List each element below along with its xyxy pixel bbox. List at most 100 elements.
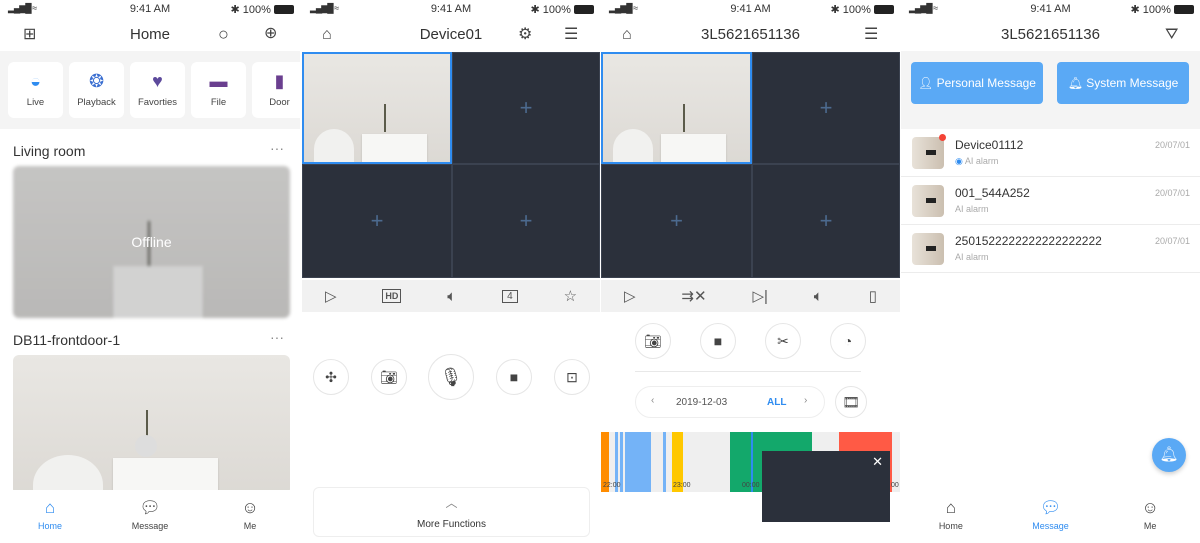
more-functions-button[interactable]: ︿ More Functions bbox=[313, 487, 590, 537]
message-thumbnail bbox=[912, 185, 944, 217]
camera-card[interactable] bbox=[13, 355, 290, 495]
clip-button[interactable]: ✂ bbox=[765, 323, 801, 359]
tab-bar: ⌂ Home 💬︎ Message ☺ Me bbox=[0, 490, 300, 543]
record-segment-blue[interactable] bbox=[625, 432, 651, 492]
tab-home[interactable]: ⌂ Home bbox=[921, 498, 981, 543]
hd-icon[interactable]: HD bbox=[382, 289, 402, 303]
video-cell-1[interactable] bbox=[601, 52, 752, 164]
message-item[interactable]: 2501522222222222222222 AI alarm 20/07/01 bbox=[901, 225, 1200, 273]
home-screen: ▂▄▆█ ≈9:41 AM ✱ 100% Home ⊞ ○ ⊕ ◒ Live ❂ Pl… bbox=[0, 0, 300, 543]
video-cell-add[interactable]: + bbox=[752, 52, 900, 164]
play-icon[interactable]: ▷ bbox=[325, 287, 337, 305]
battery-text: 100% bbox=[242, 4, 271, 16]
add-icon[interactable]: ⊕ bbox=[264, 26, 277, 42]
tab-message[interactable]: 💬︎ Message bbox=[120, 498, 180, 543]
message-device-name: 001_544A252 bbox=[955, 186, 1030, 200]
shortcut-file[interactable]: ▬ File bbox=[191, 62, 246, 118]
tab-label: Home bbox=[938, 521, 963, 531]
split-4-icon[interactable]: 4 bbox=[502, 289, 518, 303]
offline-label: Offline bbox=[131, 234, 172, 250]
step-icon[interactable]: ▷| bbox=[752, 287, 767, 305]
next-day-button[interactable]: › bbox=[804, 395, 807, 406]
live-view-screen: ▂▄▆█ ≈9:41 AM ✱ 100% ⌂ Device01 ⚙ ☰ + + +… bbox=[302, 0, 600, 543]
message-icon: 💬︎ bbox=[1039, 498, 1062, 517]
record-button[interactable]: ■ bbox=[700, 323, 736, 359]
video-cell-add[interactable]: + bbox=[302, 164, 452, 278]
message-type-label: AI alarm bbox=[955, 252, 989, 262]
page-title: Device01 bbox=[419, 26, 483, 43]
floating-preview-window: ✕ bbox=[762, 451, 890, 522]
speed-button[interactable]: ◔ bbox=[830, 323, 866, 359]
group-more-button[interactable]: ··· bbox=[270, 329, 284, 345]
message-date: 20/07/01 bbox=[1154, 236, 1190, 246]
prev-day-button[interactable]: ‹ bbox=[651, 395, 654, 406]
play-icon[interactable]: ▷ bbox=[624, 287, 636, 305]
video-cell-add[interactable]: + bbox=[452, 52, 600, 164]
snapshot-button[interactable]: 📷︎ bbox=[635, 323, 671, 359]
system-message-button[interactable]: 🔔︎ System Message bbox=[1057, 62, 1189, 104]
message-icon: 💬︎ bbox=[139, 498, 161, 517]
search-icon[interactable]: ○ bbox=[218, 25, 229, 43]
battery-text: 100% bbox=[842, 4, 871, 16]
video-cell-1[interactable] bbox=[302, 52, 452, 164]
rotate-icon[interactable]: ▯ bbox=[869, 287, 877, 305]
button-label: Personal Message bbox=[936, 76, 1036, 90]
tab-message[interactable]: 💬︎ Message bbox=[1020, 498, 1080, 543]
shortcut-playback[interactable]: ❂ Playback bbox=[69, 62, 124, 118]
record-button[interactable]: ■ bbox=[496, 359, 532, 395]
me-icon: ☺ bbox=[1141, 498, 1159, 517]
tab-label: Home bbox=[37, 521, 62, 531]
tab-bar: ⌂ Home 💬︎ Message ☺ Me bbox=[901, 490, 1200, 543]
page-title: 3L5621651136 bbox=[1001, 26, 1100, 43]
status-bar: ▂▄▆█ ≈9:41 AM ✱ 100% bbox=[302, 0, 600, 18]
grid-menu-icon[interactable]: ⊞ bbox=[23, 27, 36, 43]
status-bar: ▂▄▆█ ≈9:41 AM ✱ 100% bbox=[901, 0, 1200, 18]
shortcut-door[interactable]: ▮ Door bbox=[252, 62, 300, 118]
video-cell-add[interactable]: + bbox=[452, 164, 600, 278]
person-icon: 👤︎ bbox=[918, 76, 934, 90]
ai-alarm-icon: ◉ bbox=[955, 156, 965, 166]
stop-all-icon[interactable]: ⇉✕ bbox=[681, 287, 706, 305]
playback-icon: ❂ bbox=[88, 71, 105, 91]
message-thumbnail bbox=[912, 137, 944, 169]
shortcut-label: Live bbox=[26, 97, 45, 108]
filter-icon[interactable]: ⛛ bbox=[1165, 27, 1178, 43]
microphone-button[interactable]: 🎙︎ bbox=[428, 354, 474, 400]
chevron-up-icon: ︿ bbox=[445, 496, 458, 510]
message-item[interactable]: Device01112 ◉ AI alarm 20/07/01 bbox=[901, 129, 1200, 177]
ptz-button[interactable]: ✣ bbox=[313, 359, 349, 395]
message-date: 20/07/01 bbox=[1154, 140, 1190, 150]
shortcut-live[interactable]: ◒ Live bbox=[8, 62, 63, 118]
playback-toolbar: ▷ ⇉✕ ▷| 🔈︎ ▯ bbox=[601, 280, 900, 312]
settings-icon[interactable]: ⚙ bbox=[518, 27, 532, 43]
group-more-button[interactable]: ··· bbox=[270, 140, 284, 156]
date-label[interactable]: 2019-12-03 bbox=[676, 397, 727, 408]
menu-list-icon[interactable]: ☰ bbox=[564, 27, 578, 43]
record-segment-blue[interactable] bbox=[663, 432, 666, 492]
fisheye-button[interactable]: ⊡ bbox=[554, 359, 590, 395]
shortcut-label: Door bbox=[269, 97, 290, 108]
film-button[interactable]: 🎞︎ bbox=[835, 386, 867, 418]
filter-all-button[interactable]: ALL bbox=[767, 397, 786, 408]
snapshot-button[interactable]: 📷︎ bbox=[371, 359, 407, 395]
tab-me[interactable]: ☺ Me bbox=[220, 498, 280, 543]
volume-icon[interactable]: 🔈︎ bbox=[814, 288, 823, 305]
shortcut-favorties[interactable]: ♥ Favorties bbox=[130, 62, 185, 118]
menu-list-icon[interactable]: ☰ bbox=[864, 27, 878, 43]
heart-icon: ♥ bbox=[152, 71, 163, 91]
tab-me[interactable]: ☺ Me bbox=[1120, 498, 1180, 543]
close-icon[interactable]: ✕ bbox=[872, 454, 883, 470]
battery-icon bbox=[274, 5, 294, 14]
video-cell-add[interactable]: + bbox=[752, 164, 900, 278]
personal-message-button[interactable]: 👤︎ Personal Message bbox=[911, 62, 1043, 104]
tab-home[interactable]: ⌂ Home bbox=[20, 498, 80, 543]
star-icon[interactable]: ☆ bbox=[564, 287, 577, 305]
video-grid: + + + bbox=[302, 52, 600, 278]
video-cell-add[interactable]: + bbox=[601, 164, 752, 278]
message-item[interactable]: 001_544A252 AI alarm 20/07/01 bbox=[901, 177, 1200, 225]
message-type-label: AI alarm bbox=[964, 156, 999, 166]
message-date: 20/07/01 bbox=[1154, 188, 1190, 198]
date-selector: ‹ 2019-12-03 ALL › bbox=[635, 386, 825, 418]
alarm-bell-button[interactable]: 🔔︎ bbox=[1152, 438, 1186, 472]
volume-icon[interactable]: 🔈︎ bbox=[447, 288, 456, 305]
